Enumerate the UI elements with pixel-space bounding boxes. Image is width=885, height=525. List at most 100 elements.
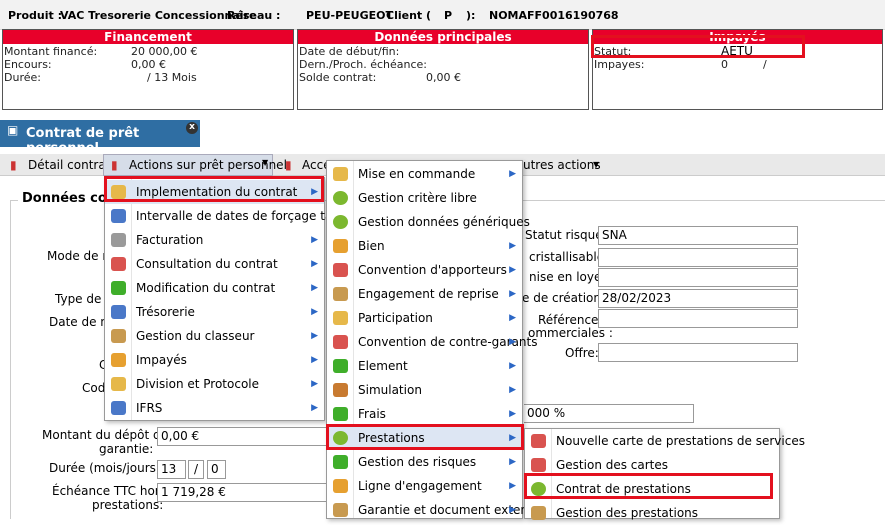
- implementation-submenu-item[interactable]: Simulation ▶: [327, 378, 522, 402]
- implementation-submenu-item-label: Gestion données génériques: [358, 215, 530, 229]
- consultation-icon: [111, 257, 126, 271]
- plus-icon: [333, 359, 348, 373]
- date-creation-field[interactable]: 28/02/2023: [598, 289, 798, 308]
- actions-menu-item[interactable]: Impayés ▶: [105, 348, 324, 372]
- implementation-submenu-item[interactable]: Ligne d'engagement ▶: [327, 474, 522, 498]
- implementation-submenu-item[interactable]: Frais ▶: [327, 402, 522, 426]
- implementation-submenu-item-label: Frais: [358, 407, 386, 421]
- reseau-label: Réseau :: [227, 9, 281, 22]
- implementation-submenu-item[interactable]: Gestion données génériques: [327, 210, 530, 234]
- document-icon: ▮: [10, 158, 17, 172]
- implementation-submenu-item-label: Bien: [358, 239, 385, 253]
- references-field[interactable]: [598, 309, 798, 328]
- participation-icon: [333, 311, 348, 325]
- cristallisable-label: cristallisable:: [529, 250, 609, 264]
- actions-menu-item[interactable]: Intervalle de dates de forçage taxe: [105, 204, 346, 228]
- caret-down-icon: ▼: [262, 158, 269, 167]
- chevron-right-icon: ▶: [509, 505, 516, 515]
- document-icon: [531, 434, 546, 448]
- actions-menu-item-label: Gestion du classeur: [136, 329, 255, 343]
- contract-header-bar: Produit : VAC Tresorerie Concessionnaire…: [0, 0, 885, 30]
- prestations-submenu-item[interactable]: Nouvelle carte de prestations de service…: [525, 429, 805, 453]
- chevron-right-icon: ▶: [509, 457, 516, 467]
- actions-menu-item-label: Facturation: [136, 233, 204, 247]
- handshake-icon: [333, 263, 348, 277]
- actions-menu-item-label: Division et Protocole: [136, 377, 259, 391]
- implementation-submenu: Mise en commande ▶ Gestion critère libre Ge…: [326, 160, 540, 522]
- date-creation-label: e de création:: [522, 291, 606, 305]
- prestations-submenu-item-label: Gestion des prestations: [556, 506, 699, 520]
- client-label: Client (: [386, 9, 432, 22]
- implementation-submenu-item[interactable]: Convention d'apporteurs ▶: [327, 258, 522, 282]
- tab-contrat-pret-personnel[interactable]: ▣ Contrat de prêt personnel x: [0, 120, 200, 156]
- implementation-submenu-item-label: Gestion critère libre: [358, 191, 477, 205]
- implementation-submenu-item[interactable]: Element ▶: [327, 354, 522, 378]
- implementation-submenu-item[interactable]: Engagement de reprise ▶: [327, 282, 522, 306]
- impayes-value: 0: [721, 58, 728, 71]
- financement-title: Financement: [3, 30, 293, 44]
- prestations-submenu-item-label: Nouvelle carte de prestations de service…: [556, 434, 805, 448]
- actions-menu-item[interactable]: Modification du contrat ▶: [105, 276, 324, 300]
- implementation-submenu-item-label: Participation: [358, 311, 433, 325]
- implementation-submenu-item-label: Simulation: [358, 383, 422, 397]
- produit-label: Produit :: [8, 9, 63, 22]
- simulation-icon: [333, 383, 348, 397]
- mise-en-loyer-field[interactable]: [598, 268, 798, 287]
- autres-actions-button[interactable]: utres actions: [523, 158, 601, 172]
- actions-menu-item[interactable]: Consultation du contrat ▶: [105, 252, 324, 276]
- implementation-submenu-item[interactable]: Participation ▶: [327, 306, 522, 330]
- statut-risque-label: Statut risque:: [525, 228, 607, 242]
- actions-dropdown-button[interactable]: ▮ Actions sur prêt personnel ▼: [103, 154, 287, 176]
- commerciales-label: ommerciales :: [528, 326, 613, 340]
- implementation-submenu-item[interactable]: Gestion critère libre: [327, 186, 522, 210]
- add-circle-icon: [333, 191, 348, 205]
- statut-risque-field[interactable]: SNA: [598, 226, 798, 245]
- actions-menu-item[interactable]: Gestion du classeur ▶: [105, 324, 324, 348]
- duree-mois-jours-label: Durée (mois/jours):: [49, 461, 165, 475]
- offre-field[interactable]: [598, 343, 798, 362]
- depot-garantie-field[interactable]: 0,00 €: [157, 427, 327, 446]
- engagement-icon: [333, 479, 348, 493]
- actions-menu-item[interactable]: IFRS ▶: [105, 396, 324, 420]
- document-icon: [531, 458, 546, 472]
- depot-garantie-label-2: garantie:: [99, 442, 154, 456]
- actions-menu-item[interactable]: Facturation ▶: [105, 228, 324, 252]
- cristallisable-field[interactable]: [598, 248, 798, 267]
- actions-menu-item[interactable]: Trésorerie ▶: [105, 300, 324, 324]
- duree-jours-field[interactable]: 0: [207, 460, 226, 479]
- actions-menu-item[interactable]: Division et Protocole ▶: [105, 372, 324, 396]
- encours-label: Encours:: [4, 58, 52, 71]
- implementation-submenu-item-label: Gestion des risques: [358, 455, 477, 469]
- impayes-value-2: /: [763, 58, 767, 71]
- chevron-right-icon: ▶: [311, 307, 318, 317]
- percent-field[interactable]: 000 %: [524, 404, 694, 423]
- chevron-right-icon: ▶: [311, 283, 318, 293]
- implementation-submenu-item[interactable]: Bien ▶: [327, 234, 522, 258]
- depot-garantie-label: Montant du dépôt de: [42, 428, 168, 442]
- contract-icon: ▣: [7, 123, 19, 137]
- detail-contrat-button[interactable]: Détail contrat: [28, 158, 110, 172]
- client-close: ):: [466, 9, 476, 22]
- implementation-submenu-item[interactable]: Mise en commande ▶: [327, 162, 522, 186]
- implementation-submenu-item[interactable]: Garantie et document externe ▶: [327, 498, 540, 522]
- implementation-submenu-item[interactable]: Gestion des risques ▶: [327, 450, 522, 474]
- echeance-ttc-field[interactable]: 1 719,28 €: [157, 483, 327, 502]
- client-value: NOMAFF0016190768: [489, 9, 619, 22]
- financement-panel: Financement Montant financé: 20 000,00 €…: [2, 29, 294, 110]
- chevron-right-icon: ▶: [509, 289, 516, 299]
- montant-finance-value: 20 000,00 €: [131, 45, 198, 58]
- actions-menu-item-label: Intervalle de dates de forçage taxe: [136, 209, 347, 223]
- duree-separator: /: [188, 460, 204, 479]
- prestations-submenu-item[interactable]: Gestion des prestations: [525, 501, 779, 525]
- client-type: P: [444, 9, 453, 22]
- add-circle-icon: [333, 215, 348, 229]
- implementation-highlight-box: [104, 176, 324, 202]
- implementation-submenu-item[interactable]: Convention de contre-garants ▶: [327, 330, 537, 354]
- duree-value: / 13 Mois: [147, 71, 197, 84]
- division-icon: [111, 377, 126, 391]
- close-icon[interactable]: x: [186, 122, 198, 134]
- chevron-right-icon: ▶: [509, 385, 516, 395]
- duree-mois-field[interactable]: 13: [157, 460, 186, 479]
- risk-icon: [333, 455, 348, 469]
- encours-value: 0,00 €: [131, 58, 166, 71]
